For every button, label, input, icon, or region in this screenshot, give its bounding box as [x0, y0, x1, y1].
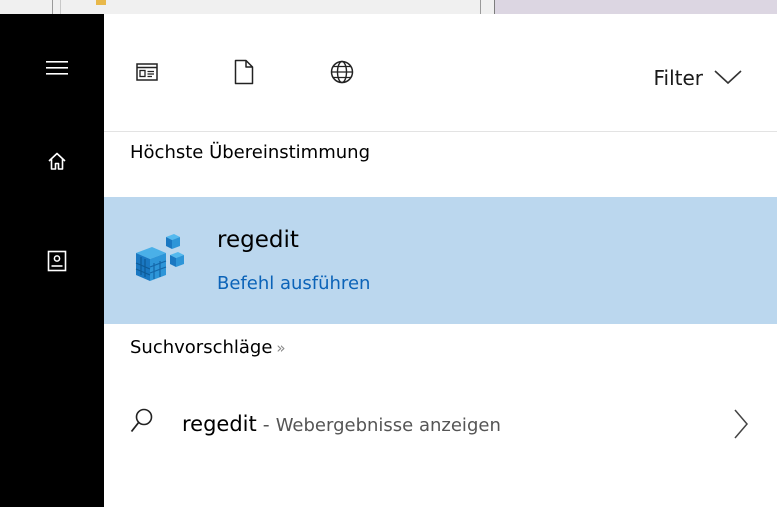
web-suggestion-item[interactable]: regedit - Webergebnisse anzeigen	[104, 392, 777, 458]
hamburger-menu-button[interactable]	[10, 42, 104, 98]
background-divider	[52, 0, 53, 14]
registry-editor-icon	[130, 225, 192, 287]
home-icon	[47, 151, 67, 175]
suggestion-hint: Webergebnisse anzeigen	[275, 415, 501, 436]
result-title: regedit	[217, 227, 299, 253]
best-match-heading: Höchste Übereinstimmung	[130, 142, 370, 163]
chevron-down-icon	[713, 66, 743, 90]
suggestion-text: regedit - Webergebnisse anzeigen	[182, 412, 501, 436]
hamburger-menu-icon	[46, 60, 68, 80]
best-match-result[interactable]: regedit Befehl ausführen	[104, 197, 777, 324]
suggestion-term: regedit	[182, 412, 257, 436]
filter-label: Filter	[653, 66, 703, 90]
web-filter-button[interactable]	[324, 56, 360, 92]
notebook-icon	[47, 250, 67, 276]
chevron-right-icon[interactable]	[733, 408, 749, 444]
search-icon	[130, 408, 154, 438]
documents-filter-button[interactable]	[226, 56, 262, 92]
toolbar-divider	[104, 131, 777, 132]
background-divider	[60, 0, 61, 14]
home-button[interactable]	[10, 135, 104, 191]
search-results-panel: Filter Höchste Übereinstimmung regedit B…	[104, 14, 777, 507]
documents-icon	[234, 59, 254, 89]
run-command-link[interactable]: Befehl ausführen	[217, 273, 370, 294]
suggestion-separator: -	[256, 414, 276, 436]
apps-filter-button[interactable]	[129, 56, 165, 92]
background-divider	[480, 0, 481, 14]
apps-icon	[136, 63, 158, 85]
more-arrows: »	[276, 339, 286, 357]
background-window-strip	[0, 0, 777, 15]
background-window	[494, 0, 777, 14]
suggestions-heading: Suchvorschläge»	[130, 337, 286, 358]
web-icon	[330, 60, 354, 88]
background-folder-icon	[96, 0, 106, 5]
notebook-button[interactable]	[10, 235, 104, 291]
filter-dropdown[interactable]: Filter	[653, 66, 743, 90]
suggestions-heading-label: Suchvorschläge	[130, 337, 273, 358]
